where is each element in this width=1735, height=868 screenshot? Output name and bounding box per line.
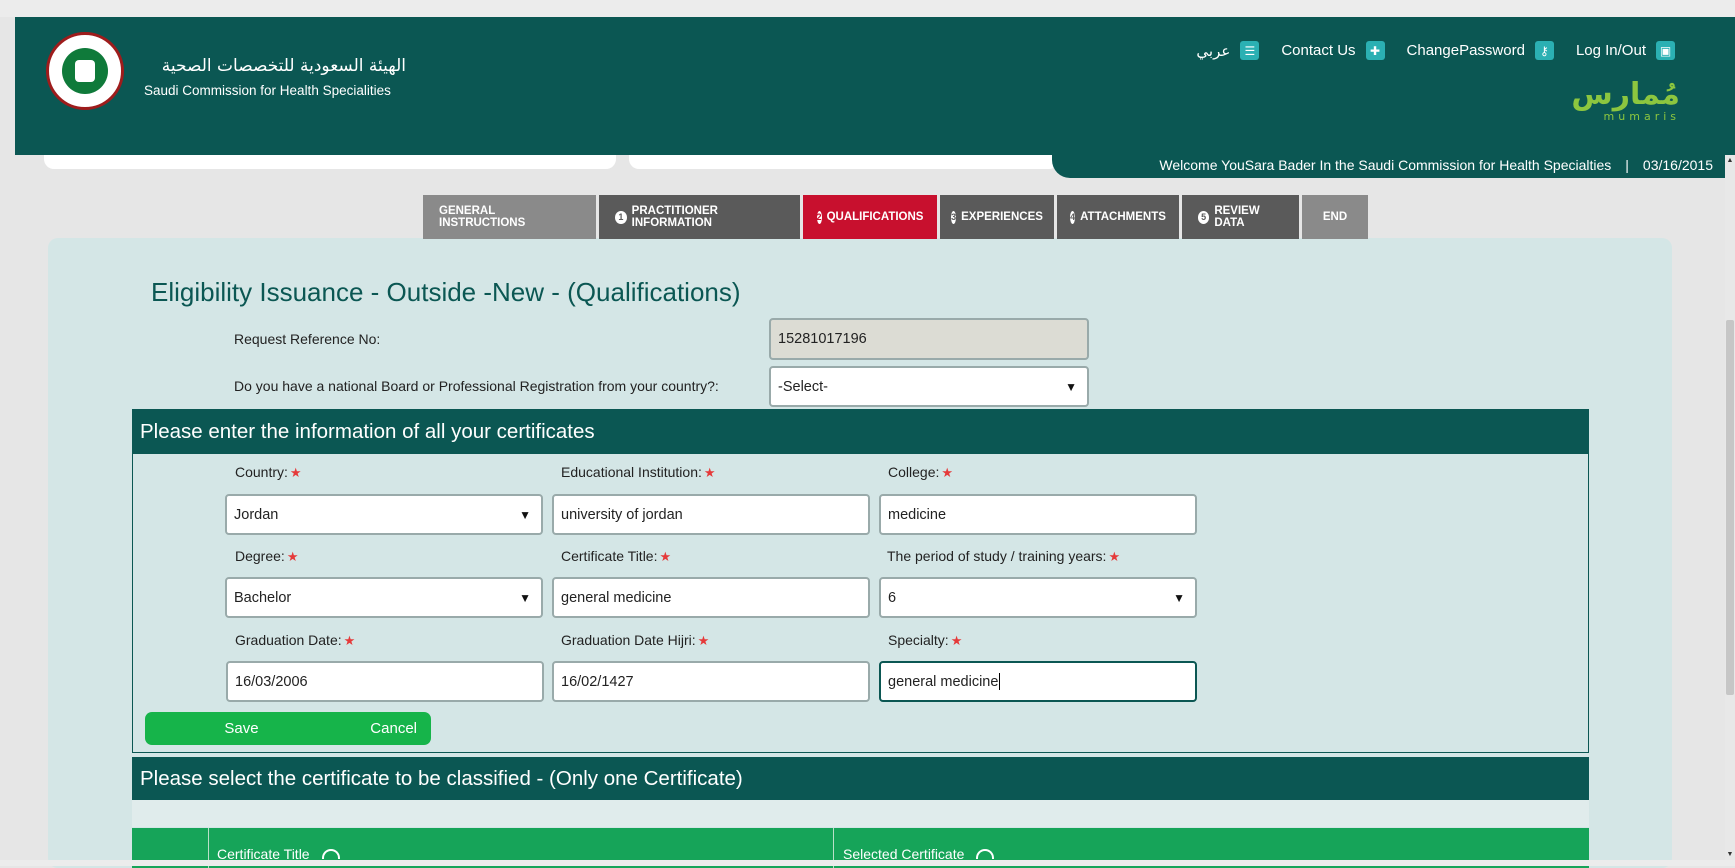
- step-review-data[interactable]: 5 REVIEW DATA: [1182, 195, 1299, 239]
- national-board-selected: -Select-: [778, 378, 828, 395]
- step-number-icon: 3: [951, 210, 957, 224]
- contact-us-link[interactable]: Contact Us ✚: [1281, 41, 1385, 60]
- change-password-link[interactable]: ChangePassword ⚷: [1407, 41, 1554, 60]
- sort-icon[interactable]: [321, 849, 340, 859]
- scrollbar-thumb[interactable]: [1726, 320, 1734, 695]
- wizard-steps: GENERAL INSTRUCTIONS 1 PRACTITIONER INFO…: [423, 195, 1368, 239]
- step-label: REVIEW DATA: [1214, 205, 1260, 229]
- graduation-hijri-value: 16/02/1427: [561, 673, 634, 690]
- step-experiences[interactable]: 3 EXPERIENCES: [940, 195, 1054, 239]
- degree-label: Degree: ★: [235, 548, 299, 564]
- country-label: Country: ★: [235, 464, 302, 480]
- welcome-separator: |: [1625, 156, 1629, 173]
- header-tab-left: [44, 155, 616, 169]
- login-label: Log In/Out: [1575, 42, 1646, 59]
- request-reference-value: 15281017196: [778, 331, 867, 347]
- national-board-label: Do you have a national Board or Professi…: [234, 378, 719, 394]
- contact-link-label: Contact Us: [1281, 42, 1356, 59]
- step-label: ATTACHMENTS: [1080, 211, 1166, 223]
- site-header: الهيئة السعودية للتخصصات الصحية Saudi Co…: [15, 17, 1735, 155]
- certificate-title-label: Certificate Title: ★: [561, 548, 672, 564]
- scroll-up-arrow-icon[interactable]: ▲: [1725, 157, 1735, 164]
- request-reference-label: Request Reference No:: [234, 331, 381, 347]
- degree-selected: Bachelor: [234, 589, 292, 606]
- study-period-selected: 6: [888, 589, 897, 606]
- cancel-button[interactable]: Cancel: [285, 712, 431, 745]
- graduation-date-value: 16/03/2006: [235, 673, 308, 690]
- institution-label: Educational Institution: ★: [561, 464, 716, 480]
- specialty-input[interactable]: general medicine: [879, 661, 1197, 702]
- sort-icon[interactable]: [976, 849, 995, 859]
- login-logout-link[interactable]: Log In/Out ▣: [1576, 41, 1675, 60]
- scroll-down-arrow-icon[interactable]: ▼: [1725, 851, 1735, 858]
- classify-section-header: Please select the certificate to be clas…: [132, 757, 1589, 800]
- request-reference-field: 15281017196: [769, 318, 1089, 360]
- certificate-title-input[interactable]: general medicine: [552, 577, 870, 618]
- dropdown-arrow-icon: ▼: [519, 507, 531, 522]
- step-label: PRACTITIONER INFORMATION: [631, 205, 718, 229]
- certificates-section-header: Please enter the information of all your…: [132, 409, 1589, 454]
- step-end[interactable]: END: [1302, 195, 1368, 239]
- step-label: EXPERIENCES: [961, 211, 1043, 223]
- arabic-link-label: عربي: [1196, 42, 1231, 60]
- window-bottom-border: [0, 860, 1735, 866]
- college-value: medicine: [888, 506, 947, 523]
- institution-input[interactable]: university of jordan: [552, 494, 870, 535]
- change-password-label: ChangePassword: [1406, 42, 1525, 59]
- graduation-date-label: Graduation Date: ★: [235, 632, 356, 648]
- org-name-arabic: الهيئة السعودية للتخصصات الصحية: [161, 56, 406, 76]
- college-label: College: ★: [888, 464, 954, 480]
- graduation-hijri-input[interactable]: 16/02/1427: [552, 661, 870, 702]
- text-cursor: [999, 673, 1001, 690]
- puzzle-icon: ✚: [1365, 41, 1385, 60]
- key-icon: ⚷: [1534, 41, 1554, 60]
- country-selected: Jordan: [234, 506, 279, 523]
- current-date: 03/16/2015: [1642, 156, 1713, 173]
- lock-icon: ▣: [1656, 41, 1675, 60]
- specialty-value: general medicine: [888, 673, 999, 690]
- classify-table-toolbar: [132, 800, 1589, 827]
- step-practitioner-information[interactable]: 1 PRACTITIONER INFORMATION: [599, 195, 800, 239]
- institution-value: university of jordan: [561, 506, 683, 523]
- org-name-english: Saudi Commission for Health Specialities: [144, 83, 391, 98]
- country-select[interactable]: Jordan ▼: [225, 494, 543, 535]
- dropdown-arrow-icon: ▼: [519, 590, 531, 605]
- step-label: END: [1322, 211, 1348, 223]
- mumaris-logo-english: mumaris: [1603, 110, 1680, 123]
- dropdown-arrow-icon: ▼: [1173, 590, 1185, 605]
- vertical-scrollbar[interactable]: ▲ ▼: [1725, 155, 1735, 860]
- step-general-instructions[interactable]: GENERAL INSTRUCTIONS: [423, 195, 596, 239]
- welcome-banner: Welcome YouSara Bader In the Saudi Commi…: [1052, 151, 1725, 178]
- step-label: QUALIFICATIONS: [826, 211, 924, 223]
- step-label: GENERAL INSTRUCTIONS: [439, 205, 526, 229]
- window-top-border: [0, 0, 1735, 17]
- language-icon: ☰: [1240, 41, 1260, 60]
- page-title: Eligibility Issuance - Outside -New - (Q…: [151, 277, 741, 307]
- degree-select[interactable]: Bachelor ▼: [225, 577, 543, 618]
- study-period-label: The period of study / training years: ★: [887, 548, 1121, 564]
- step-number-icon: 4: [1070, 210, 1076, 224]
- welcome-message: Welcome YouSara Bader In the Saudi Commi…: [1159, 156, 1612, 173]
- dropdown-arrow-icon: ▼: [1065, 379, 1077, 394]
- step-number-icon: 2: [816, 210, 822, 224]
- step-qualifications[interactable]: 2 QUALIFICATIONS: [803, 195, 937, 239]
- top-links: عربي ☰ Contact Us ✚ ChangePassword ⚷ Log…: [1184, 41, 1675, 60]
- specialty-label: Specialty: ★: [888, 632, 963, 648]
- college-input[interactable]: medicine: [879, 494, 1197, 535]
- graduation-hijri-label: Graduation Date Hijri: ★: [561, 632, 710, 648]
- graduation-date-input[interactable]: 16/03/2006: [226, 661, 544, 702]
- national-board-select[interactable]: -Select- ▼: [769, 366, 1089, 407]
- scfhs-logo: [46, 32, 124, 110]
- mumaris-logo-arabic: مُمارس: [1571, 77, 1680, 112]
- certificate-title-value: general medicine: [561, 589, 672, 606]
- mumaris-logo: مُمارس mumaris: [1571, 77, 1680, 123]
- arabic-language-link[interactable]: عربي ☰: [1196, 41, 1260, 60]
- study-period-select[interactable]: 6 ▼: [879, 577, 1197, 618]
- step-attachments[interactable]: 4 ATTACHMENTS: [1057, 195, 1179, 239]
- header-tab-middle: [629, 155, 1059, 169]
- step-number-icon: 1: [615, 210, 627, 224]
- step-number-icon: 5: [1198, 210, 1210, 224]
